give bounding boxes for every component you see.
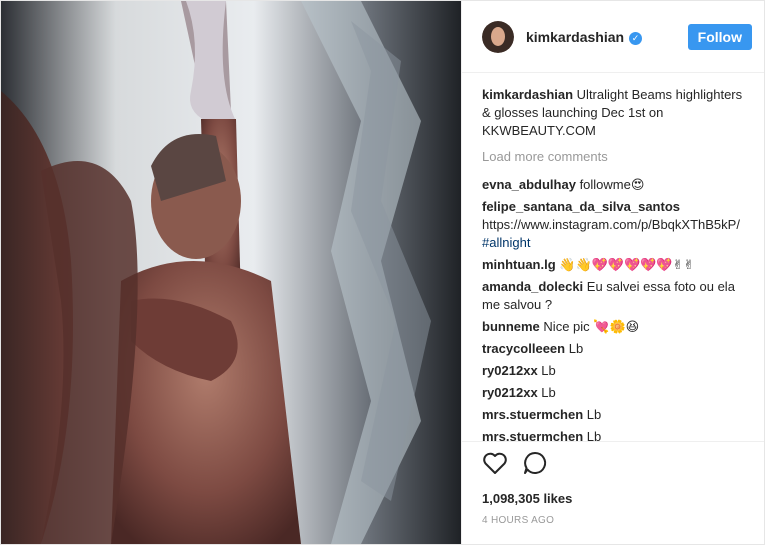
comment-username[interactable]: mrs.stuermchen <box>482 407 583 422</box>
comment-text: followme😍 <box>579 177 645 192</box>
avatar[interactable] <box>482 20 514 53</box>
comment-item: bunneme Nice pic 💘🌼😆 <box>482 318 748 336</box>
comment-item: ry0212xx Lb <box>482 362 748 380</box>
post-timestamp[interactable]: 4 HOURS AGO <box>482 515 744 526</box>
caption: kimkardashian Ultralight Beams highlight… <box>482 86 748 140</box>
follow-button[interactable]: Follow <box>687 23 752 50</box>
comment-text: 👋👋💖💖💖💖💖✌✌ <box>559 257 695 272</box>
comment-username[interactable]: mrs.stuermchen <box>482 429 583 441</box>
comment-text: Lb <box>586 429 602 441</box>
comments-list: kimkardashian Ultralight Beams highlight… <box>482 86 748 441</box>
comment-text: Lb <box>568 341 584 356</box>
verified-badge-icon: ✓ <box>629 31 643 45</box>
comment-item: minhtuan.lg 👋👋💖💖💖💖💖✌✌ <box>482 256 748 274</box>
instagram-post: kimkardashian ✓ Follow kimkardashian Ultr… <box>0 0 765 545</box>
comment-item: felipe_santana_da_silva_santos https://w… <box>482 198 748 252</box>
comment-item: evna_abdulhay followme😍 <box>482 176 748 194</box>
load-more-comments-link[interactable]: Load more comments <box>482 148 748 166</box>
username-link[interactable]: kimkardashian ✓ <box>526 28 643 45</box>
comment-item: amanda_dolecki Eu salvei essa foto ou el… <box>482 278 748 314</box>
comment-item: tracycolleeen Lb <box>482 340 748 358</box>
hashtag-link[interactable]: #allnight <box>482 235 530 250</box>
comment-icon[interactable] <box>522 450 548 481</box>
comment-link[interactable]: https://www.instagram.com/p/BbqkXThB5kP/ <box>482 217 740 232</box>
comment-item: mrs.stuermchen Lb <box>482 428 748 441</box>
heart-icon[interactable] <box>482 451 508 480</box>
post-image <box>1 1 461 544</box>
comment-username[interactable]: felipe_santana_da_silva_santos <box>482 199 680 214</box>
comment-text: Nice pic 💘🌼😆 <box>543 319 640 334</box>
username-text: kimkardashian <box>526 28 625 45</box>
comment-text: Lb <box>541 363 556 378</box>
caption-username[interactable]: kimkardashian <box>482 87 573 102</box>
comment-item: mrs.stuermchen Lb <box>482 406 748 424</box>
comment-username[interactable]: minhtuan.lg <box>482 257 556 272</box>
comment-username[interactable]: tracycolleeen <box>482 341 565 356</box>
comment-text: Lb <box>586 407 602 422</box>
post-actions: 1,098,305 likes 4 HOURS AGO <box>462 441 764 526</box>
post-photo[interactable] <box>1 1 461 544</box>
comment-text: Lb <box>541 385 556 400</box>
comment-username[interactable]: evna_abdulhay <box>482 177 576 192</box>
comment-username[interactable]: amanda_dolecki <box>482 279 583 294</box>
comment-username[interactable]: ry0212xx <box>482 385 538 400</box>
comment-username[interactable]: bunneme <box>482 319 540 334</box>
like-count[interactable]: 1,098,305 likes <box>482 491 744 506</box>
action-icons <box>482 451 744 479</box>
post-header: kimkardashian ✓ Follow <box>462 1 764 73</box>
comment-item: ry0212xx Lb <box>482 384 748 402</box>
comment-username[interactable]: ry0212xx <box>482 363 538 378</box>
post-sidebar: kimkardashian ✓ Follow kimkardashian Ultr… <box>461 1 764 544</box>
